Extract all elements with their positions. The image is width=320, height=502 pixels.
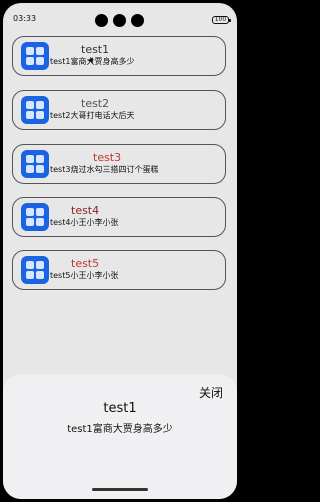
item-subtitle: test3烧过水勾三搭四订个蛋糕	[50, 165, 159, 174]
item-subtitle: test4小王小李小张	[50, 218, 119, 227]
item-title: test5	[71, 257, 100, 270]
list-item[interactable]: test5 test5小王小李小张	[12, 250, 226, 290]
camera-dot	[113, 14, 126, 27]
home-indicator[interactable]	[92, 488, 148, 491]
item-title: test3	[93, 151, 122, 164]
list-item[interactable]: test3 test3烧过水勾三搭四订个蛋糕	[12, 144, 226, 184]
item-subtitle: test2大哥打电话大后天	[50, 111, 135, 120]
list-item[interactable]: test4 test4小王小李小张	[12, 197, 226, 237]
sheet-subtitle: test1富商大贾身高多少	[67, 424, 173, 435]
item-title: test1	[81, 43, 110, 56]
battery-icon: 100	[212, 16, 231, 24]
app-grid-icon	[21, 96, 49, 124]
app-grid-icon	[21, 42, 49, 70]
list-item[interactable]: test2 test2大哥打电话大后天	[12, 90, 226, 130]
sheet-title: test1	[103, 401, 137, 416]
phone-screen: 03:33 100 test1 test1富商大贾身高多少 test2 test…	[3, 3, 237, 499]
app-grid-icon	[21, 203, 49, 231]
camera-dot	[131, 14, 144, 27]
item-title: test2	[81, 97, 110, 110]
item-title: test4	[71, 204, 100, 217]
camera-dot	[95, 14, 108, 27]
close-button[interactable]: 关闭	[199, 384, 223, 401]
app-grid-icon	[21, 256, 49, 284]
app-grid-icon	[21, 150, 49, 178]
item-subtitle: test5小王小李小张	[50, 271, 119, 280]
list-item[interactable]: test1 test1富商大贾身高多少	[12, 36, 226, 76]
status-time: 03:33	[13, 14, 37, 23]
bottom-sheet: 关闭 test1 test1富商大贾身高多少	[3, 374, 237, 499]
